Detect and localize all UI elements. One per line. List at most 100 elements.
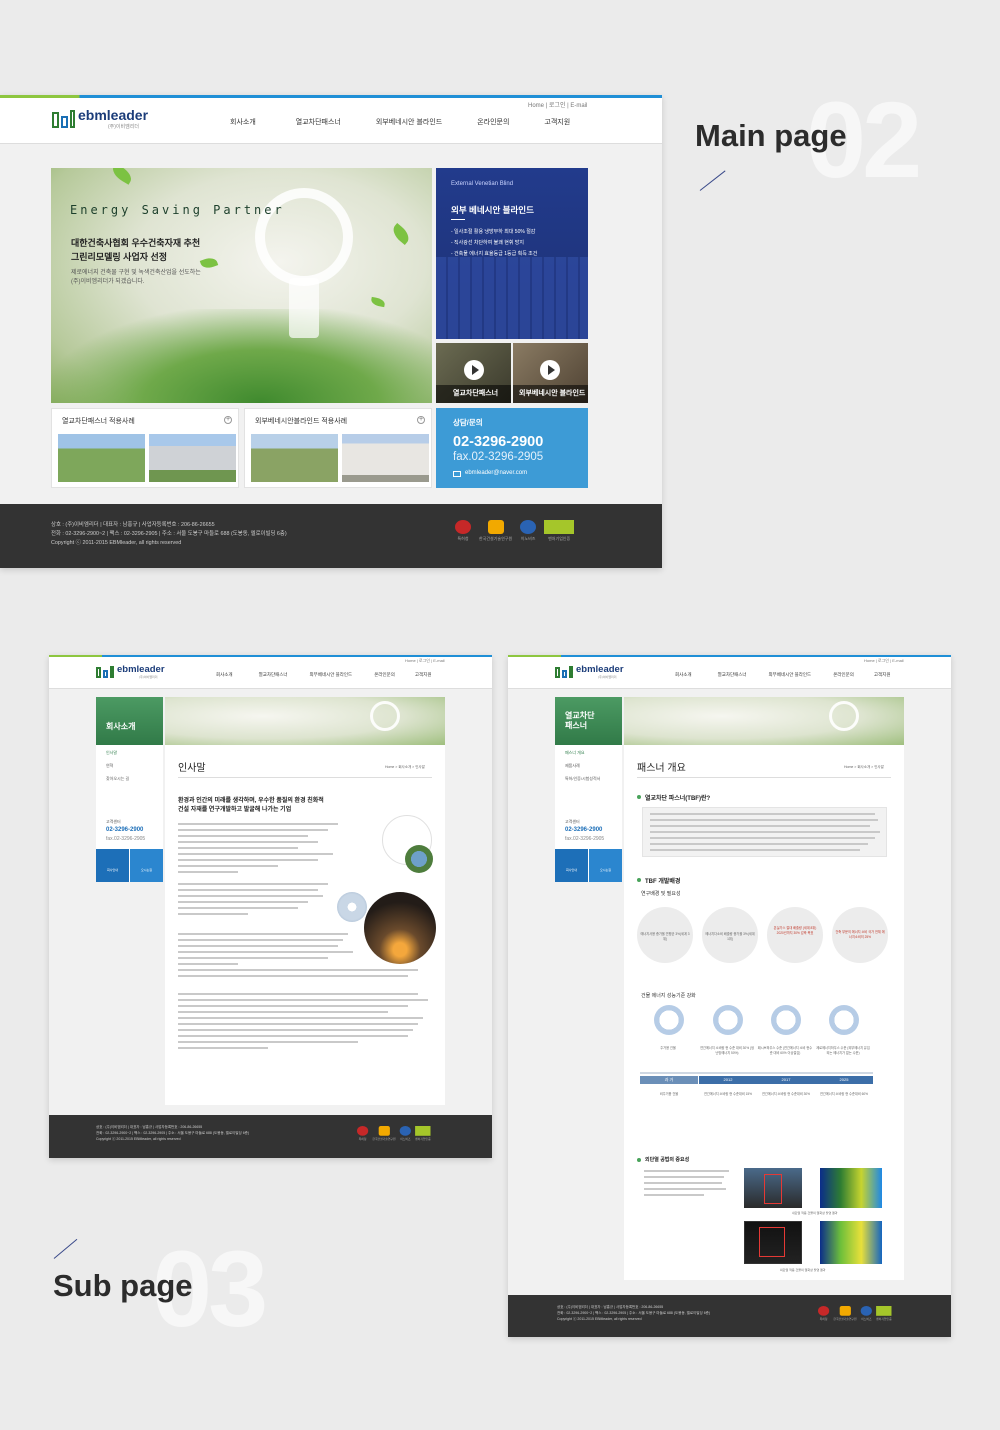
lightbulb-photo [337, 892, 367, 922]
case-photo-2[interactable] [149, 434, 236, 482]
breadcrumb[interactable]: Home > 회사소개 > 인사말 [844, 765, 884, 770]
innobiz-logo: 이노비즈 [520, 520, 537, 542]
timeline-bottom-text: 연간에너지 소비량 현 수준대비 15% [703, 1092, 753, 1096]
blind-case-card[interactable]: 외부베네시안블라인드 적용사례 + [244, 408, 432, 488]
sub-slash-decoration [53, 1238, 78, 1259]
more-plus-icon[interactable]: + [224, 416, 232, 424]
contact-email[interactable]: ebmleader@naver.com [465, 470, 527, 476]
play-icon[interactable] [464, 360, 484, 380]
play-icon[interactable] [540, 360, 560, 380]
section-bullet-icon [637, 878, 641, 882]
sidebar-item-overview[interactable]: 패스너 개요 [565, 750, 585, 756]
utility-links[interactable]: Home | 로그인 | E-mail [405, 658, 445, 664]
sidebar-item-history[interactable]: 연혁 [106, 763, 113, 769]
nav-item-support[interactable]: 고객지원 [544, 117, 570, 127]
blind-point-3: - 건축물 에너지 효율등급 1등급 획득 조건 [451, 251, 538, 257]
text-line-placeholder [650, 843, 868, 845]
company-guide-button[interactable]: 회사안내 [96, 849, 129, 882]
nav-item-inquiry[interactable]: 온라인문의 [374, 672, 395, 678]
text-line-placeholder [644, 1170, 729, 1172]
content-area: 인사말 Home > 회사소개 > 인사말 환경과 인간의 미래를 생각하며, … [165, 745, 445, 1105]
page-title: 패스너 개요 [637, 763, 686, 774]
case-photo-4[interactable] [342, 434, 429, 482]
sidebar-tel[interactable]: 02-3296-2900 [565, 827, 602, 833]
sidebar-tel[interactable]: 02-3296-2900 [106, 827, 143, 833]
nav-item-blind[interactable]: 외부베네시안 블라인드 [376, 117, 442, 127]
text-line-placeholder [178, 1005, 408, 1007]
directions-button[interactable]: 오시는길 [130, 849, 163, 882]
case-photo-1[interactable] [58, 434, 145, 482]
site-logo[interactable]: ebmleader (주)이비엠리더 [52, 107, 148, 130]
breadcrumb[interactable]: Home > 회사소개 > 인사말 [385, 765, 425, 770]
nav-item-blind[interactable]: 외부베네시안 블라인드 [310, 672, 353, 678]
hero-headline-2: 그린리모델링 사업자 선정 [71, 252, 168, 262]
text-line-placeholder [178, 1035, 408, 1037]
utility-links[interactable]: Home | 로그인 | E-mail [528, 100, 587, 109]
directions-button[interactable]: 오시는길 [589, 849, 622, 882]
footer-line-2: 전화 : 02-3296-2900~2 | 팩스 : 02-3296-2905 … [96, 1131, 250, 1135]
sidebar-title: 회사소개 [96, 697, 163, 745]
bg-circle-2-text: 에너지다소비 배출량 증가율 3%(세계 1위) [705, 932, 755, 941]
text-line-placeholder [178, 969, 418, 971]
hero-tagline: Energy Saving Partner [70, 203, 285, 217]
case-photo-3[interactable] [251, 434, 338, 482]
sidebar-fax: fax.02-3296-2905 [106, 836, 146, 842]
sub-page-fastener-mockup: ebmleader (주)이비엠리더 Home | 로그인 | E-mail 회사… [508, 655, 951, 1337]
nav-item-fastener[interactable]: 열교차단패스너 [259, 672, 288, 678]
thermal-photo-3 [744, 1221, 802, 1264]
nav-item-blind[interactable]: 외부베네시안 블라인드 [769, 672, 812, 678]
site-logo[interactable]: ebmleader (주)이비엠리더 [555, 664, 624, 679]
text-line-placeholder [178, 913, 248, 915]
text-line-placeholder [644, 1176, 724, 1178]
video-fastener[interactable]: 열교차단패스너 [436, 343, 511, 403]
fastener-case-card[interactable]: 열교차단패스너 적용사례 + [51, 408, 239, 488]
timeline-year-badge: 2025 [815, 1076, 873, 1084]
content-area: 패스너 개요 Home > 회사소개 > 인사말 열교차단 파스너(TBF)란?… [624, 745, 904, 1280]
nav-item-fastener[interactable]: 열교차단패스너 [296, 117, 341, 127]
contact-fax: fax.02-3296-2905 [453, 451, 544, 463]
nav-item-inquiry[interactable]: 온라인문의 [477, 117, 509, 127]
main-nav: 회사소개 열교차단패스너 외부베네시안 블라인드 온라인문의 고객지원 [675, 672, 890, 678]
sidebar-item-directions[interactable]: 찾아오시는 길 [106, 776, 129, 782]
text-line-placeholder [178, 889, 318, 891]
building-image [436, 256, 588, 339]
more-plus-icon[interactable]: + [417, 416, 425, 424]
video-blind[interactable]: 외부베네시안 블라인드 [513, 343, 588, 403]
sidebar-item-greeting[interactable]: 인사말 [106, 750, 117, 756]
text-line-placeholder [178, 853, 333, 855]
logo-subtext: (주)이비엠리더 [598, 675, 617, 679]
sidebar-contact-label: 고객센터 [565, 819, 580, 824]
text-line-placeholder [178, 1011, 388, 1013]
nav-item-fastener[interactable]: 열교차단패스너 [718, 672, 747, 678]
sidebar-item-cases[interactable]: 제품사례 [565, 763, 580, 769]
text-line-placeholder [650, 825, 870, 827]
contact-tel[interactable]: 02-3296-2900 [453, 434, 543, 450]
nav-item-company[interactable]: 회사소개 [230, 117, 256, 127]
video-blind-caption: 외부베네시안 블라인드 [513, 385, 588, 403]
nav-item-company[interactable]: 회사소개 [675, 672, 692, 678]
company-guide-button[interactable]: 회사안내 [555, 849, 588, 882]
house-icon [654, 1005, 684, 1035]
sub-hero-banner [624, 697, 904, 745]
text-line-placeholder [178, 939, 343, 941]
lead-line-1: 환경과 인간의 미래를 생각하며, 우수한 품질의 환경 친화적 [178, 798, 324, 804]
text-line-placeholder [178, 975, 408, 977]
nav-item-inquiry[interactable]: 온라인문의 [833, 672, 854, 678]
text-line-placeholder [650, 813, 875, 815]
nav-item-support[interactable]: 고객지원 [874, 672, 891, 678]
blind-promo-panel[interactable]: External Venetian Blind 외부 베네시안 블라인드 - 일… [436, 168, 588, 339]
footer-line-1: 상호 : (주)이비엠리더 | 대표자 : 남홍규 | 사업자등록번호 : 20… [96, 1125, 203, 1129]
blind-title: 외부 베네시안 블라인드 [451, 205, 534, 215]
text-line-placeholder [650, 831, 880, 833]
text-line-placeholder [178, 907, 298, 909]
section-tbf-background: TBF 개발배경 [645, 879, 681, 885]
page-title: 인사말 [178, 763, 206, 774]
nav-item-company[interactable]: 회사소개 [216, 672, 233, 678]
timeline-top-text: 제로에너지하우스 수준 (외부에너지 유입되는 에너지가 없는 수준) [816, 1046, 870, 1055]
sidebar-fax: fax.02-3296-2905 [565, 836, 605, 842]
site-logo[interactable]: ebmleader (주)이비엠리더 [96, 664, 165, 679]
sidebar-item-patents[interactable]: 특허/인증/시험성적서 [565, 776, 600, 782]
logo-subtext: (주)이비엠리더 [139, 675, 158, 679]
nav-item-support[interactable]: 고객지원 [415, 672, 432, 678]
utility-links[interactable]: Home | 로그인 | E-mail [864, 658, 904, 664]
